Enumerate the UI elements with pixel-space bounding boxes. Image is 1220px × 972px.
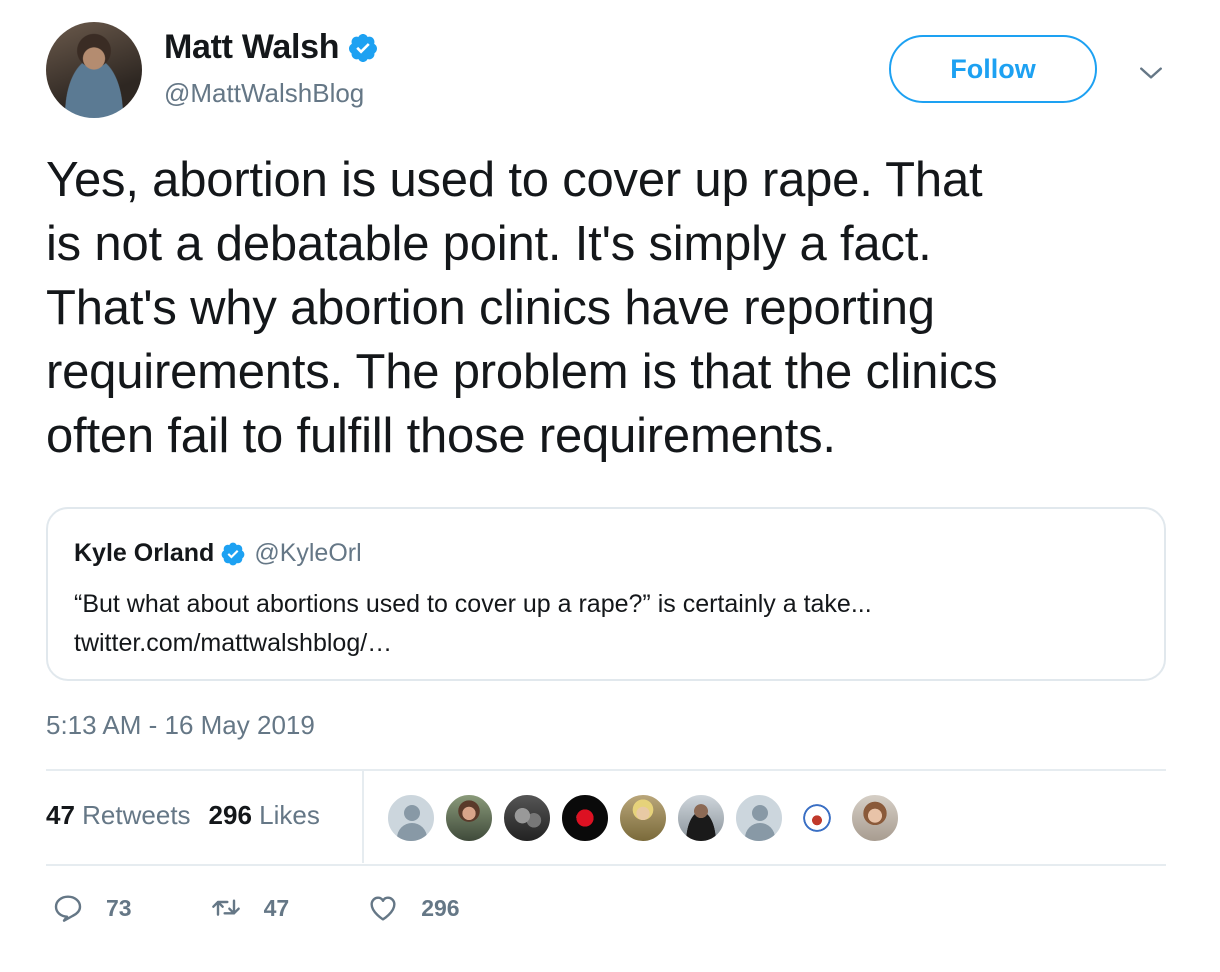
- tweet-line: is not a debatable point. It's simply a …: [46, 217, 932, 271]
- liker-avatar[interactable]: [792, 793, 842, 843]
- likes-stat[interactable]: 296 Likes: [209, 800, 320, 830]
- liker-avatars: [386, 793, 908, 843]
- retweet-icon: [211, 899, 240, 916]
- quoted-tweet[interactable]: Kyle Orland @KyleOrl “But what about abo…: [46, 507, 1166, 681]
- author-name-row[interactable]: Matt Walsh: [164, 28, 379, 67]
- reply-count: 73: [106, 894, 132, 921]
- quoted-tweet-header: Kyle Orland @KyleOrl: [74, 539, 362, 568]
- likes-stat-count: 296: [208, 800, 252, 830]
- liker-avatar[interactable]: [618, 793, 668, 843]
- author-name[interactable]: Matt Walsh: [164, 28, 339, 67]
- verified-badge-icon: [349, 33, 378, 62]
- retweets-stat-label: Retweets: [82, 800, 191, 830]
- divider: [46, 769, 1166, 771]
- retweets-stat-count: 47: [46, 800, 75, 830]
- tweet-line: often fail to fulfill those requirements…: [46, 409, 836, 463]
- quoted-tweet-link[interactable]: twitter.com/mattwalshblog/…: [74, 624, 872, 663]
- tweet-line: requirements. The problem is that the cl…: [46, 345, 998, 399]
- liker-avatar[interactable]: [386, 793, 436, 843]
- heart-icon: [370, 896, 396, 921]
- follow-button[interactable]: Follow: [889, 35, 1097, 103]
- like-count: 296: [421, 894, 460, 921]
- liker-avatar[interactable]: [560, 793, 610, 843]
- quoted-author-name: Kyle Orland: [74, 539, 215, 567]
- tweet-line: That's why abortion clinics have reporti…: [46, 281, 935, 335]
- tweet-stats: 47 Retweets 296 Likes: [46, 800, 320, 831]
- tweet-actions: 73 47 296: [52, 892, 538, 924]
- liker-avatar[interactable]: [502, 793, 552, 843]
- likes-stat-label: Likes: [259, 800, 320, 830]
- like-button[interactable]: 296: [367, 892, 460, 924]
- author-handle[interactable]: @MattWalshBlog: [164, 78, 364, 109]
- divider: [46, 864, 1166, 866]
- retweets-stat[interactable]: 47 Retweets: [46, 800, 191, 830]
- liker-avatar[interactable]: [850, 793, 900, 843]
- verified-badge-icon: [221, 542, 245, 565]
- stats-divider: [362, 771, 364, 863]
- reply-button[interactable]: 73: [52, 892, 132, 924]
- chevron-down-icon[interactable]: [1138, 60, 1164, 86]
- retweet-button[interactable]: 47: [210, 892, 290, 924]
- retweet-count: 47: [263, 894, 290, 921]
- quoted-tweet-body: “But what about abortions used to cover …: [74, 590, 872, 618]
- tweet-timestamp[interactable]: 5:13 AM - 16 May 2019: [46, 710, 315, 741]
- reply-icon: [54, 895, 82, 922]
- tweet-line: Yes, abortion is used to cover up rape. …: [46, 153, 983, 207]
- quoted-author-handle: @KyleOrl: [254, 539, 362, 567]
- author-avatar[interactable]: [46, 22, 142, 118]
- liker-avatar[interactable]: [444, 793, 494, 843]
- quoted-tweet-text: “But what about abortions used to cover …: [74, 585, 872, 663]
- tweet-text: Yes, abortion is used to cover up rape. …: [46, 148, 1176, 468]
- liker-avatar[interactable]: [676, 793, 726, 843]
- liker-avatar[interactable]: [734, 793, 784, 843]
